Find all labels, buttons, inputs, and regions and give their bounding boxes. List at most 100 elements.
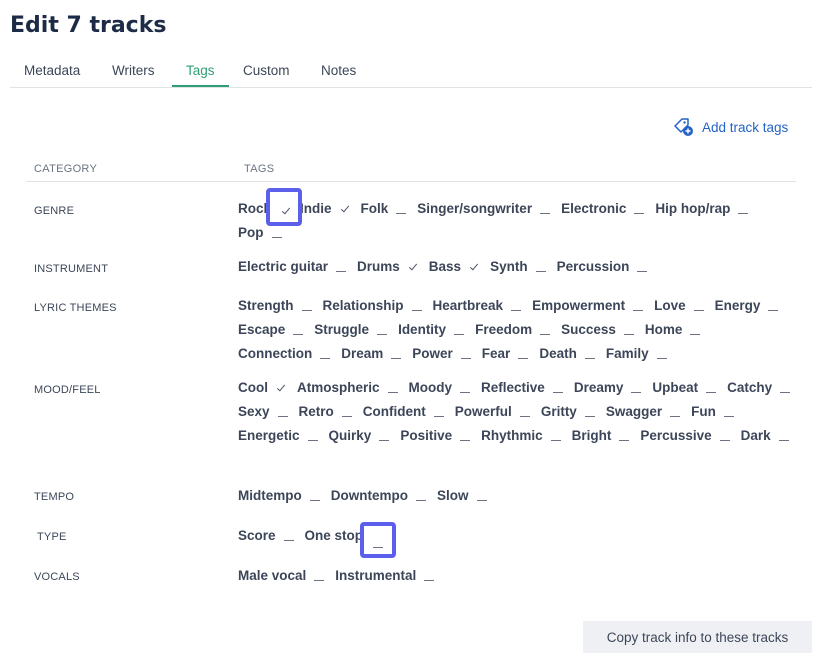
tag-partial-toggle[interactable] [584, 346, 595, 360]
tag-item: Upbeat [652, 375, 717, 399]
tag-partial-toggle[interactable] [454, 322, 465, 336]
tag-partial-toggle[interactable] [336, 259, 347, 273]
tag-partial-toggle[interactable] [411, 298, 422, 312]
tag-name: Atmospheric [297, 379, 380, 395]
tag-partial-toggle[interactable] [519, 404, 530, 418]
tag-partial-toggle[interactable] [433, 404, 444, 418]
tag-name: Empowerment [532, 297, 626, 313]
add-track-tags-button[interactable]: Add track tags [673, 117, 788, 137]
tag-partial-toggle[interactable] [738, 201, 749, 215]
tag-item: Positive [400, 423, 471, 447]
tag-partial-toggle[interactable] [584, 404, 595, 418]
tag-partial-toggle[interactable] [460, 380, 471, 394]
tag-partial-toggle[interactable] [518, 346, 529, 360]
tag-partial-toggle[interactable] [320, 346, 331, 360]
tag-name: One stop [304, 527, 364, 543]
tag-partial-toggle[interactable] [309, 488, 320, 502]
highlighted-rock-check[interactable] [266, 188, 302, 226]
tag-partial-toggle[interactable] [634, 201, 645, 215]
tag-partial-toggle[interactable] [460, 346, 471, 360]
tag-name: Gritty [540, 403, 577, 419]
tag-partial-toggle[interactable] [377, 322, 388, 336]
highlighted-one-stop-dash[interactable] [360, 522, 396, 558]
category-label-lyric-themes: LYRIC THEMES [34, 302, 117, 314]
tag-partial-toggle[interactable] [307, 428, 318, 442]
tag-partial-toggle[interactable] [540, 322, 551, 336]
tag-partial-toggle[interactable] [540, 201, 551, 215]
tag-plus-icon [674, 118, 693, 136]
tag-item: Heartbreak [433, 293, 522, 317]
tag-name: Indie [300, 200, 332, 216]
tag-partial-toggle[interactable] [535, 259, 546, 273]
tag-item: Synth [490, 254, 546, 278]
tag-partial-toggle[interactable] [619, 428, 630, 442]
tab-tags[interactable]: Tags [186, 63, 215, 78]
tag-partial-toggle[interactable] [631, 380, 642, 394]
tag-partial-toggle[interactable] [379, 428, 390, 442]
tag-list: Cool Atmospheric Moody Reflective Dreamy Upbe… [238, 375, 798, 447]
tag-item: Energy [715, 293, 779, 317]
tag-checked-toggle[interactable] [408, 259, 418, 273]
tag-partial-toggle[interactable] [552, 380, 563, 394]
tab-writers[interactable]: Writers [112, 63, 155, 78]
tag-partial-toggle[interactable] [396, 201, 407, 215]
tag-checked-toggle[interactable] [340, 201, 350, 215]
tag-partial-toggle[interactable] [511, 298, 522, 312]
tag-partial-toggle[interactable] [341, 404, 352, 418]
tag-partial-toggle[interactable] [670, 404, 681, 418]
tag-partial-toggle[interactable] [283, 528, 294, 542]
tag-partial-toggle[interactable] [293, 322, 304, 336]
tag-name: Sexy [238, 403, 270, 419]
tag-item: Home [645, 317, 701, 341]
tag-partial-toggle[interactable] [424, 568, 435, 582]
tag-partial-toggle[interactable] [723, 404, 734, 418]
tag-name: Fun [691, 403, 716, 419]
tag-partial-toggle[interactable] [693, 298, 704, 312]
tab-metadata[interactable]: Metadata [24, 63, 80, 78]
tag-partial-toggle[interactable] [301, 298, 312, 312]
tag-partial-toggle[interactable] [387, 380, 398, 394]
tag-partial-toggle[interactable] [706, 380, 717, 394]
tab-notes[interactable]: Notes [321, 63, 356, 78]
tag-name: Dream [341, 345, 384, 361]
tag-partial-toggle[interactable] [637, 259, 648, 273]
copy-track-info-button[interactable]: Copy track info to these tracks [583, 621, 812, 653]
tag-checked-toggle[interactable] [469, 259, 479, 273]
tag-list: Male vocal Instrumental [238, 563, 798, 587]
tag-partial-toggle[interactable] [633, 298, 644, 312]
add-track-tags-label: Add track tags [702, 119, 789, 135]
tag-item: Atmospheric [297, 375, 398, 399]
tag-partial-toggle[interactable] [416, 488, 426, 502]
tag-partial-toggle[interactable] [623, 322, 634, 336]
tag-name: Powerful [454, 403, 512, 419]
tag-partial-toggle[interactable] [780, 380, 791, 394]
tag-partial-toggle[interactable] [656, 346, 667, 360]
tag-checked-toggle[interactable] [276, 380, 286, 394]
tag-item: Rhythmic [481, 423, 561, 447]
tag-name: Family [605, 345, 649, 361]
tag-name: Death [539, 345, 577, 361]
tag-item: Percussive [640, 423, 730, 447]
tag-item: Confident [363, 399, 444, 423]
tab-custom[interactable]: Custom [243, 63, 290, 78]
tag-item: Dream [341, 341, 402, 365]
tag-partial-toggle[interactable] [476, 488, 487, 502]
tag-item: Folk [361, 196, 407, 220]
tag-item: Freedom [475, 317, 551, 341]
tag-partial-toggle[interactable] [271, 225, 282, 239]
tag-item: Hip hop/rap [655, 196, 749, 220]
tag-partial-toggle[interactable] [778, 428, 789, 442]
tag-partial-toggle[interactable] [768, 298, 779, 312]
tag-partial-toggle[interactable] [550, 428, 561, 442]
tag-name: Male vocal [238, 567, 307, 583]
tag-item: Empowerment [532, 293, 644, 317]
tag-partial-toggle[interactable] [719, 428, 730, 442]
tag-partial-toggle[interactable] [690, 322, 701, 336]
tag-partial-toggle[interactable] [314, 568, 325, 582]
tag-item: Identity [398, 317, 465, 341]
tag-partial-toggle[interactable] [391, 346, 402, 360]
tag-item: Energetic [238, 423, 318, 447]
tag-partial-toggle[interactable] [460, 428, 471, 442]
tag-name: Bright [571, 427, 612, 443]
tag-partial-toggle[interactable] [277, 404, 288, 418]
